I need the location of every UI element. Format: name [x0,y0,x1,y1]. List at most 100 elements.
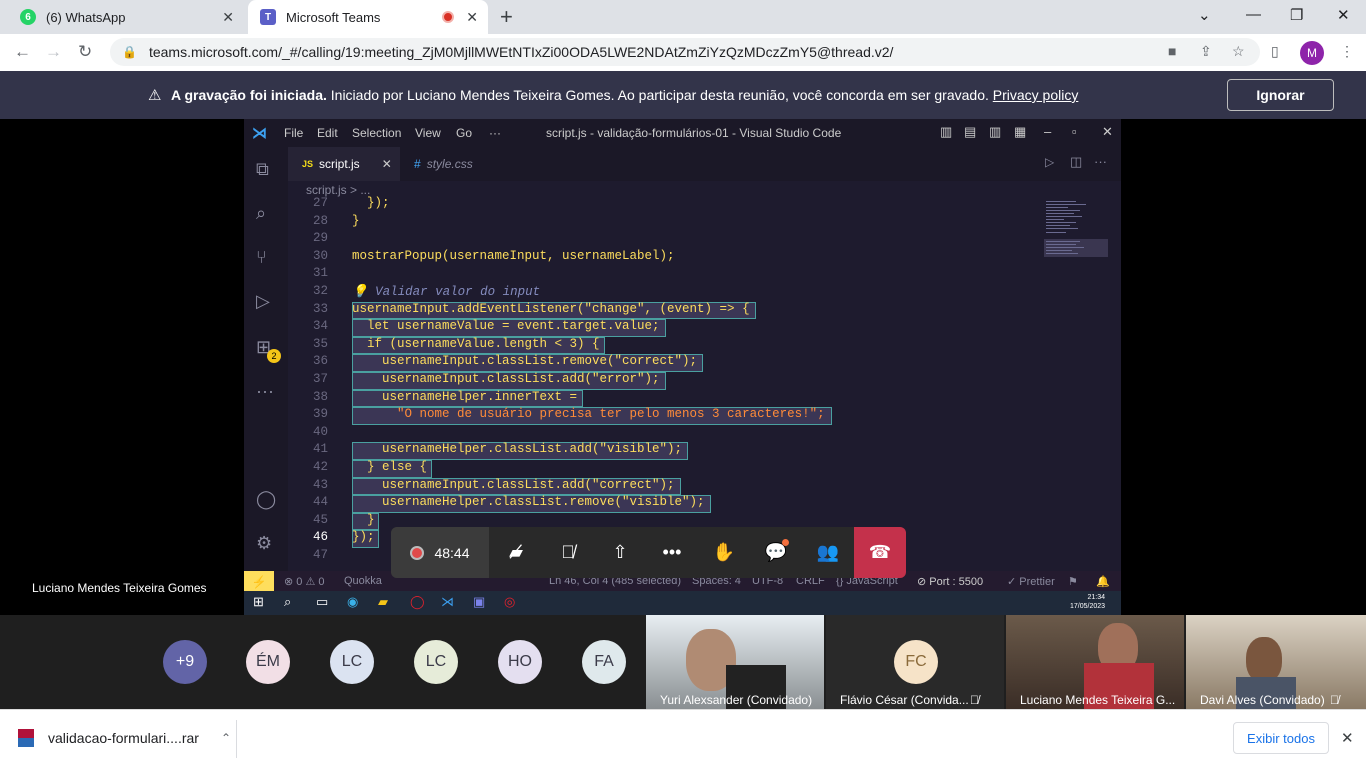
tab-style-css[interactable]: # style.css [400,147,510,181]
feedback-icon[interactable]: ⚑ [1068,575,1078,588]
share-screen-button[interactable]: ⇧ [601,527,639,578]
participant-tile-luciano[interactable]: Luciano Mendes Teixeira G... [1006,615,1184,709]
reload-icon[interactable]: ↻ [78,42,92,62]
raise-hand-button[interactable]: ✋ [705,527,743,578]
code-line[interactable]: 44 usernameHelper.classList.remove("visi… [288,495,1108,513]
quokka-status[interactable]: Quokka [344,575,382,587]
ignore-button[interactable]: Ignorar [1227,79,1334,111]
code-line[interactable]: 40 [288,425,1108,443]
code-line[interactable]: 41 usernameHelper.classList.add("visible… [288,442,1108,460]
menu-more[interactable]: ··· [489,126,501,140]
run-debug-icon[interactable]: ▷ [256,291,270,312]
code-line[interactable]: 36 usernameInput.classList.remove("corre… [288,354,1108,372]
customize-layout-icon[interactable]: ▦ [1014,124,1026,140]
sidepanel-icon[interactable]: ▯ [1271,43,1279,60]
code-line[interactable]: 32 💡 Validar valor do input [288,284,1108,302]
forward-icon[interactable]: → [45,42,62,62]
restore-icon[interactable]: ▫ [1072,124,1077,139]
menu-selection[interactable]: Selection [352,126,401,140]
close-icon[interactable]: ✕ [382,157,392,171]
menu-icon[interactable]: ⋮ [1340,43,1354,60]
close-icon[interactable]: ✕ [1102,124,1113,140]
new-tab-button[interactable]: + [500,4,513,30]
more-actions-icon[interactable]: ··· [1094,154,1107,169]
profile-avatar[interactable]: M [1300,41,1324,65]
task-view-icon[interactable]: ▭ [316,594,328,610]
close-window-icon[interactable]: ✕ [1337,6,1350,24]
windows-start-icon[interactable]: ⊞ [253,594,264,610]
tab-teams[interactable]: T Microsoft Teams ✕ [248,0,488,34]
participants-button[interactable]: 👥 [809,527,847,578]
vscode-icon[interactable]: ⋊ [441,594,454,610]
panel-icon[interactable]: ▤ [964,124,976,140]
privacy-policy-link[interactable]: Privacy policy [993,87,1079,103]
chat-button[interactable]: 💬 [757,527,795,578]
chevron-up-icon[interactable]: ⌃ [221,731,231,745]
code-line[interactable]: 43 usernameInput.classList.add("correct"… [288,477,1108,496]
menu-go[interactable]: Go [456,126,472,140]
participant-avatar[interactable]: LC [414,640,458,684]
share-icon[interactable]: ⇪ [1200,43,1212,60]
layout-icon[interactable]: ▥ [940,124,952,140]
source-control-icon[interactable]: ⑂ [256,247,267,268]
browser-icon[interactable]: ◎ [504,594,515,610]
breadcrumb[interactable]: script.js > ... [306,183,370,197]
code-line[interactable]: 42 } else { [288,460,1108,478]
account-icon[interactable]: ◯ [256,489,276,510]
sidebar-icon[interactable]: ▥ [989,124,1001,140]
more-icon[interactable]: ··· [256,381,274,402]
close-icon[interactable]: ✕ [466,9,478,26]
live-server-status[interactable]: ⊘ Port : 5500 [917,575,983,588]
code-line[interactable]: 31 [288,266,1108,284]
menu-edit[interactable]: Edit [317,126,338,140]
participant-tile-flavio[interactable]: FC Flávio César (Convida... 🎙̸ [826,615,1004,709]
notifications-icon[interactable]: 🔔 [1096,575,1110,588]
edge-icon[interactable]: ◉ [347,594,358,610]
search-icon[interactable]: ⌕ [256,203,266,224]
show-all-button[interactable]: Exibir todos [1233,722,1329,754]
prettier-status[interactable]: ✓ Prettier [1007,575,1055,588]
menu-view[interactable]: View [415,126,441,140]
download-item[interactable]: validacao-formulari....rar ⌃ [18,729,231,747]
code-line[interactable]: 28} [288,214,1108,232]
menu-file[interactable]: File [284,126,303,140]
code-line[interactable]: 27 }); [288,196,1108,214]
mic-off-button[interactable]: 🎙̸ [549,527,587,578]
more-actions-button[interactable]: ••• [653,527,691,578]
code-line[interactable]: 35 if (usernameValue.length < 3) { [288,336,1108,355]
search-icon[interactable]: ⌕ [284,594,291,610]
code-line[interactable]: 34 let usernameValue = event.target.valu… [288,319,1108,337]
close-icon[interactable]: ✕ [1341,729,1354,747]
minimize-icon[interactable]: – [1044,124,1051,139]
overflow-participants[interactable]: +9 [163,640,207,684]
code-line[interactable]: 29 [288,231,1108,249]
url-bar[interactable]: 🔒 teams.microsoft.com/_#/calling/19:meet… [110,38,1260,66]
camera-off-button[interactable]: ▰̸ [497,527,535,578]
tab-whatsapp[interactable]: 6 (6) WhatsApp ✕ [8,0,244,34]
hang-up-button[interactable]: ☎ [854,527,906,578]
code-line[interactable]: 37 usernameInput.classList.add("error"); [288,372,1108,390]
tab-search-icon[interactable]: ⌄ [1198,6,1211,24]
recording-timer[interactable]: 48:44 [391,527,489,578]
minimize-icon[interactable]: — [1246,6,1261,23]
code-editor[interactable]: 27 }); 28} 29 30 mostrarPopup(usernameInput,… [288,196,1108,566]
remote-icon[interactable]: ⚡ [244,571,274,593]
explorer-icon[interactable]: ⧉ [256,159,269,180]
settings-gear-icon[interactable]: ⚙ [256,533,272,554]
code-line[interactable]: 33 usernameInput.addEventListener("change… [288,301,1108,320]
tab-script-js[interactable]: JS script.js ✕ [288,147,400,181]
code-line[interactable]: 39 "O nome de usuário precisa ter pelo m… [288,407,1108,425]
participant-avatar[interactable]: HO [498,640,542,684]
participant-tile-yuri[interactable]: Yuri Alexsander (Convidado) [646,615,824,709]
problems-status[interactable]: ⊗ 0 ⚠ 0 [284,575,324,588]
opera-icon[interactable]: ◯ [410,594,425,610]
participant-avatar[interactable]: ÉM [246,640,290,684]
back-icon[interactable]: ← [14,42,31,62]
code-line[interactable]: 30 mostrarPopup(usernameInput, usernameLa… [288,249,1108,267]
file-explorer-icon[interactable]: ▰ [378,594,388,610]
participant-avatar[interactable]: FA [582,640,626,684]
restore-icon[interactable]: ❐ [1290,6,1303,24]
split-editor-icon[interactable]: ◫ [1070,154,1082,170]
code-line[interactable]: 38 usernameHelper.innerText = [288,389,1108,408]
participant-avatar[interactable]: LC [330,640,374,684]
